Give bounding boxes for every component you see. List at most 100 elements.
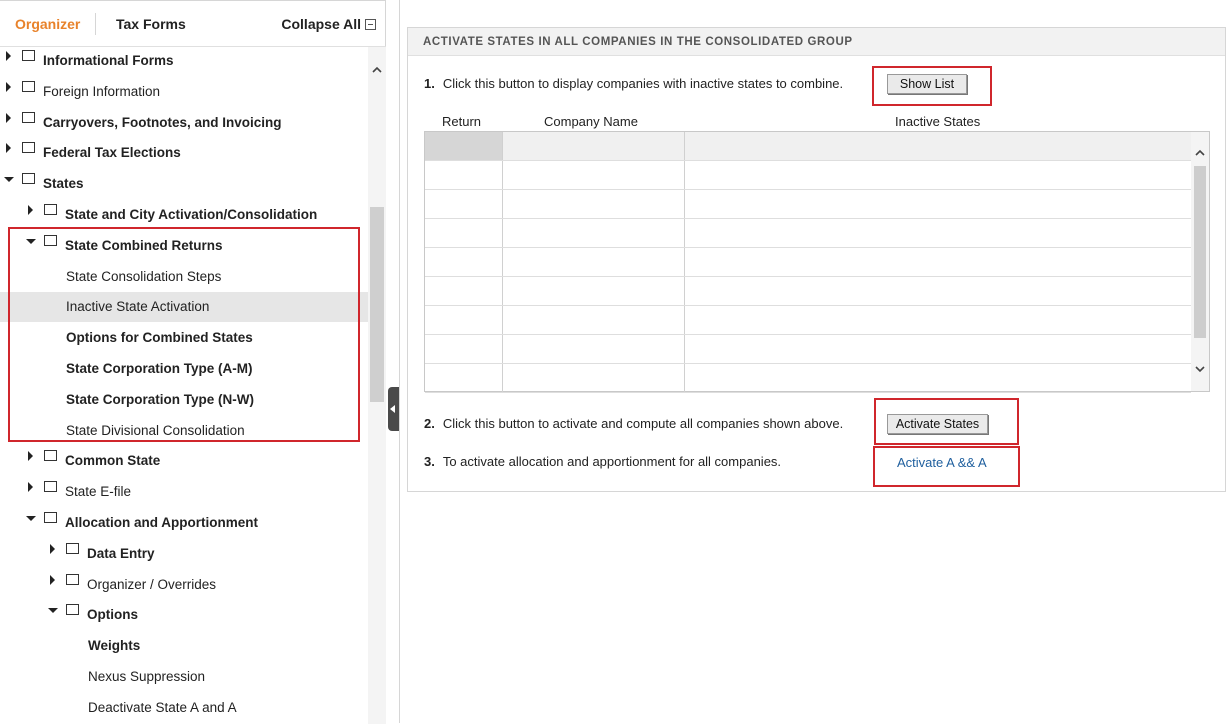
highlight-show-list: [872, 66, 992, 106]
caret-right-icon[interactable]: [6, 112, 11, 123]
table-row[interactable]: [425, 277, 1191, 306]
tree-item[interactable]: Federal Tax Elections: [0, 138, 368, 168]
step-3: 3. To activate allocation and apportionme…: [424, 454, 781, 469]
tree-item-label: Allocation and Apportionment: [65, 515, 258, 530]
tree-item[interactable]: Nexus Suppression: [0, 662, 368, 692]
tree-item[interactable]: Common State: [0, 446, 368, 476]
table-row[interactable]: [425, 306, 1191, 335]
caret-right-icon[interactable]: [28, 482, 33, 493]
scroll-down-icon[interactable]: [1195, 364, 1205, 374]
tree-item-label: Carryovers, Footnotes, and Invoicing: [43, 114, 282, 130]
caret-down-icon[interactable]: [4, 177, 14, 183]
tree-scrollbar-thumb[interactable]: [370, 207, 384, 402]
tree-item[interactable]: Informational Forms: [0, 47, 368, 76]
highlight-state-combined-returns: [8, 227, 360, 442]
tree-item[interactable]: Foreign Information: [0, 77, 368, 107]
folder-icon: [44, 512, 57, 523]
folder-icon: [22, 173, 35, 185]
highlight-activate-a-and-a: [873, 446, 1020, 487]
folder-icon: [22, 142, 35, 154]
tree-item[interactable]: Allocation and Apportionment: [0, 508, 368, 538]
column-header-company-name: Company Name: [544, 114, 638, 129]
step-1-number: 1.: [424, 76, 435, 91]
caret-right-icon[interactable]: [28, 451, 33, 462]
company-name-cell[interactable]: [503, 306, 685, 334]
company-name-cell[interactable]: [503, 335, 685, 363]
caret-down-icon[interactable]: [48, 608, 58, 614]
grid-scrollbar-thumb[interactable]: [1194, 166, 1206, 338]
panel-title: ACTIVATE STATES IN ALL COMPANIES IN THE …: [408, 28, 1225, 56]
grid-scrollbar[interactable]: [1191, 132, 1209, 391]
return-cell[interactable]: [425, 277, 503, 305]
tree-scrollbar[interactable]: [368, 47, 386, 724]
tab-tax-forms[interactable]: Tax Forms: [116, 16, 186, 32]
folder-icon: [44, 204, 57, 215]
tab-divider: [95, 13, 96, 35]
caret-right-icon[interactable]: [50, 574, 55, 585]
companies-grid[interactable]: [424, 131, 1210, 393]
tree-item[interactable]: Deactivate State A and A: [0, 693, 368, 723]
tree-item-label: State and City Activation/Consolidation: [65, 207, 318, 222]
tree-item[interactable]: Options: [0, 600, 368, 630]
company-name-cell[interactable]: [503, 364, 685, 392]
caret-right-icon[interactable]: [28, 205, 33, 215]
tree-item[interactable]: Weights: [0, 631, 368, 661]
return-cell[interactable]: [425, 335, 503, 363]
tree-item[interactable]: Data Entry: [0, 539, 368, 569]
company-name-cell[interactable]: [503, 219, 685, 247]
return-cell[interactable]: [425, 219, 503, 247]
table-row[interactable]: [425, 161, 1191, 190]
tree-item[interactable]: Carryovers, Footnotes, and Invoicing: [0, 108, 368, 138]
return-cell[interactable]: [425, 306, 503, 334]
tab-organizer[interactable]: Organizer: [15, 16, 80, 32]
tree-item-label: Federal Tax Elections: [43, 145, 181, 161]
return-cell[interactable]: [425, 364, 503, 392]
company-name-cell[interactable]: [503, 277, 685, 305]
tree-item-label: Deactivate State A and A: [88, 699, 237, 715]
tree-item[interactable]: State E-file: [0, 477, 368, 507]
highlight-activate-states: [874, 398, 1019, 445]
tree-item-label: Options: [87, 607, 138, 623]
caret-down-icon[interactable]: [26, 516, 36, 521]
caret-right-icon[interactable]: [6, 51, 11, 61]
panel-splitter[interactable]: [386, 0, 400, 723]
table-row[interactable]: [425, 248, 1191, 277]
folder-icon: [66, 542, 79, 554]
table-row[interactable]: [425, 190, 1191, 219]
caret-right-icon[interactable]: [50, 543, 55, 554]
tree-item[interactable]: States: [0, 169, 368, 199]
company-name-cell[interactable]: [503, 132, 685, 160]
table-row[interactable]: [425, 335, 1191, 364]
company-name-cell[interactable]: [503, 190, 685, 218]
table-row[interactable]: [425, 219, 1191, 248]
collapse-panel-handle[interactable]: [388, 387, 399, 431]
scroll-up-icon[interactable]: [1195, 148, 1205, 158]
tree-item-label: State E-file: [65, 484, 132, 500]
column-header-return: Return: [442, 114, 482, 129]
tree-item-label: Organizer / Overrides: [87, 576, 217, 592]
caret-right-icon[interactable]: [6, 143, 11, 154]
folder-icon: [44, 481, 57, 493]
column-header-inactive-states: Inactive States: [895, 114, 981, 129]
folder-icon: [66, 573, 79, 585]
collapse-all-button[interactable]: Collapse All: [281, 16, 376, 32]
tree-item[interactable]: Organizer / Overrides: [0, 570, 368, 600]
caret-right-icon[interactable]: [6, 81, 11, 92]
scroll-up-icon[interactable]: [372, 65, 382, 75]
tree-item-label: Nexus Suppression: [88, 669, 206, 684]
company-name-cell[interactable]: [503, 161, 685, 189]
return-cell[interactable]: [425, 132, 503, 160]
table-row[interactable]: [425, 132, 1191, 161]
folder-icon: [66, 604, 79, 616]
table-row[interactable]: [425, 364, 1191, 393]
folder-icon: [22, 111, 35, 123]
return-cell[interactable]: [425, 190, 503, 218]
company-name-cell[interactable]: [503, 248, 685, 276]
return-cell[interactable]: [425, 161, 503, 189]
tree-item[interactable]: State and City Activation/Consolidation: [0, 200, 368, 230]
return-cell[interactable]: [425, 248, 503, 276]
step-1: 1. Click this button to display companies…: [424, 76, 843, 91]
tree-item-label: Data Entry: [87, 545, 155, 561]
folder-icon: [22, 50, 35, 61]
step-2-number: 2.: [424, 416, 435, 431]
